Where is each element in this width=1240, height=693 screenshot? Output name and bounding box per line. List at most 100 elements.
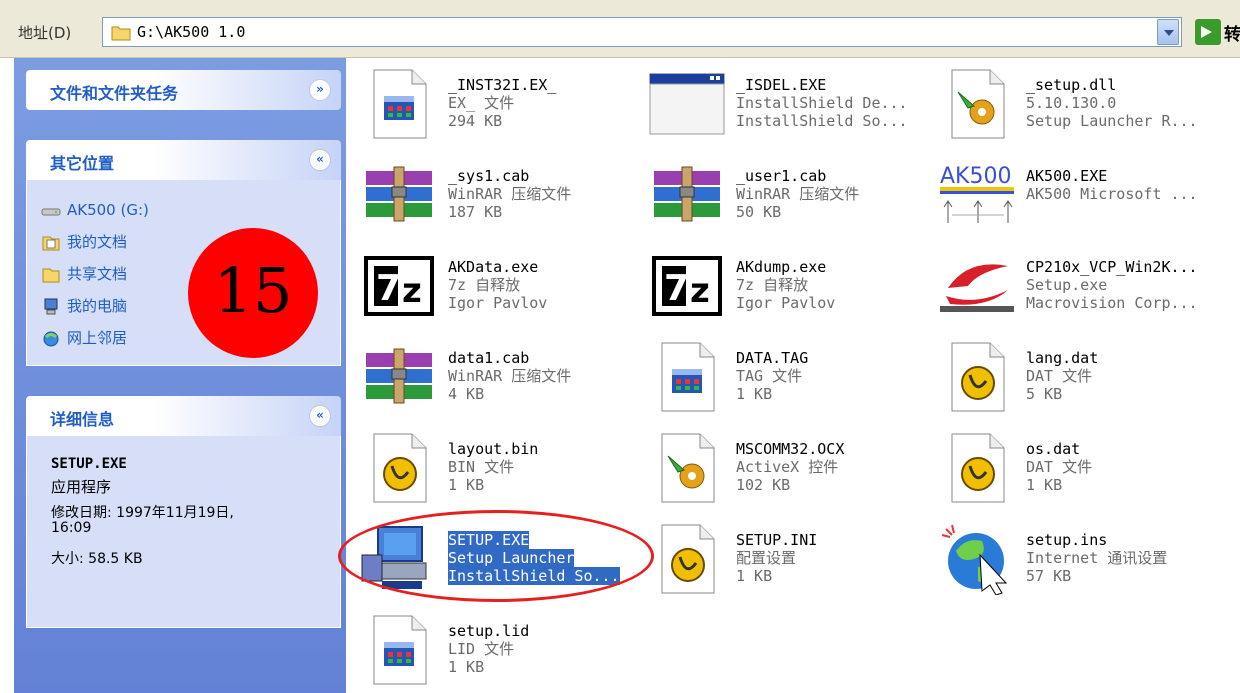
file-name: SETUP.INI (736, 531, 818, 549)
file-item[interactable]: DATA.TAG TAG 文件 1 KB (642, 335, 922, 417)
file-detail: 57 KB (1026, 567, 1072, 585)
details-body: SETUP.EXE 应用程序 修改日期: 1997年11月19日, 16:09 … (26, 436, 341, 628)
details-panel: 详细信息 « SETUP.EXE 应用程序 修改日期: 1997年11月19日,… (26, 396, 341, 628)
place-link-network-places[interactable]: 网上邻居 (41, 326, 127, 350)
app-window-icon (648, 66, 726, 140)
file-detail: 1 KB (1026, 476, 1063, 494)
expand-chevron-icon[interactable]: » (309, 79, 331, 101)
collapse-chevron-icon[interactable]: « (309, 405, 331, 427)
details-title: 详细信息 (50, 410, 115, 429)
winrar-icon (360, 339, 438, 413)
file-item[interactable]: _INST32I.EX_ EX_ 文件 294 KB (354, 62, 634, 144)
file-detail: Setup Launcher R... (1026, 112, 1198, 130)
file-name: data1.cab (448, 349, 530, 367)
other-places-header[interactable]: 其它位置 « (26, 140, 341, 180)
address-bar: 地址(D) G:\AK500 1.0 转 (0, 0, 1240, 58)
file-detail: Macrovision Corp... (1026, 294, 1198, 312)
file-name: _INST32I.EX_ (448, 76, 557, 94)
file-name: AKdump.exe (736, 258, 827, 276)
file-detail: 4 KB (448, 385, 485, 403)
address-input[interactable]: G:\AK500 1.0 (102, 17, 1182, 47)
svg-text:z: z (690, 271, 710, 311)
file-item[interactable]: SETUP.INI 配置设置 1 KB (642, 517, 922, 599)
silicon-labs-icon (938, 248, 1016, 322)
collapse-chevron-icon[interactable]: « (309, 149, 331, 171)
file-detail: 5.10.130.0 (1026, 94, 1117, 112)
file-item[interactable]: layout.bin BIN 文件 1 KB (354, 426, 634, 508)
file-item[interactable]: SETUP.EXE Setup Launcher InstallShield So.… (354, 517, 634, 599)
file-detail: Internet 通讯设置 (1026, 549, 1168, 567)
file-item[interactable]: 7 z AKData.exe 7z 自释放 Igor Pavlov (354, 244, 634, 326)
svg-text:7: 7 (664, 268, 689, 309)
file-item[interactable]: os.dat DAT 文件 1 KB (932, 426, 1212, 508)
place-link-drive[interactable]: AK500 (G:) (41, 198, 149, 222)
file-name: _setup.dll (1026, 76, 1117, 94)
place-label: 网上邻居 (67, 329, 128, 347)
go-button-label[interactable]: 转 (1224, 20, 1240, 45)
file-item[interactable]: CP210x_VCP_Win2K... Setup.exe Macrovision … (932, 244, 1212, 326)
file-detail: LID 文件 (448, 640, 515, 658)
file-name: _sys1.cab (448, 167, 530, 185)
file-name: setup.lid (448, 622, 530, 640)
details-header[interactable]: 详细信息 « (26, 396, 341, 436)
place-link-shared-documents[interactable]: 共享文档 (41, 262, 127, 286)
file-detail: ActiveX 控件 (736, 458, 839, 476)
generic-file-icon (360, 612, 438, 686)
file-name: DATA.TAG (736, 349, 809, 367)
address-dropdown-button[interactable] (1157, 19, 1179, 45)
file-item[interactable]: _sys1.cab WinRAR 压缩文件 187 KB (354, 153, 634, 235)
file-name: setup.ins (1026, 531, 1108, 549)
generic-file-icon (360, 66, 438, 140)
svg-text:z: z (402, 271, 422, 311)
file-detail: WinRAR 压缩文件 (448, 367, 572, 385)
file-item[interactable]: data1.cab WinRAR 压缩文件 4 KB (354, 335, 634, 417)
place-label: 共享文档 (67, 265, 128, 283)
file-detail: 1 KB (448, 658, 485, 676)
svg-text:7: 7 (376, 268, 401, 309)
address-label: 地址(D) (18, 24, 72, 42)
file-item[interactable]: _ISDEL.EXE InstallShield De... InstallShie… (642, 62, 922, 144)
file-detail: Setup.exe (1026, 276, 1108, 294)
file-tasks-title: 文件和文件夹任务 (50, 84, 179, 103)
file-item[interactable]: setup.ins Internet 通讯设置 57 KB (932, 517, 1212, 599)
dat-file-icon (360, 430, 438, 504)
place-link-my-documents[interactable]: 我的文档 (41, 230, 127, 254)
file-item[interactable]: MSCOMM32.OCX ActiveX 控件 102 KB (642, 426, 922, 508)
file-name: MSCOMM32.OCX (736, 440, 845, 458)
go-arrow-icon[interactable] (1195, 19, 1221, 45)
file-item[interactable]: _setup.dll 5.10.130.0 Setup Launcher R... (932, 62, 1212, 144)
details-file-type: 应用程序 (51, 478, 112, 496)
svg-text:AK500: AK500 (940, 164, 1011, 189)
file-detail: WinRAR 压缩文件 (448, 185, 572, 203)
winrar-icon (648, 157, 726, 231)
file-tasks-header[interactable]: 文件和文件夹任务 » (26, 70, 341, 110)
task-pane: 文件和文件夹任务 » 其它位置 « AK500 (G:) 我的文档 共享文档 我… (14, 58, 346, 693)
file-item[interactable]: AK500 AK500.EXE AK500 Microsoft ... (932, 153, 1212, 235)
file-detail: BIN 文件 (448, 458, 515, 476)
details-modified-date: 修改日期: 1997年11月19日, (51, 505, 234, 521)
7z-icon: 7z (360, 248, 438, 322)
file-detail: TAG 文件 (736, 367, 803, 385)
dat-file-icon (938, 430, 1016, 504)
file-detail: 1 KB (736, 385, 773, 403)
file-detail: Igor Pavlov (736, 294, 836, 312)
file-item[interactable]: setup.lid LID 文件 1 KB (354, 608, 634, 690)
generic-file-icon (648, 339, 726, 413)
dll-gear-icon (938, 66, 1016, 140)
file-name: CP210x_VCP_Win2K... (1026, 258, 1198, 276)
file-detail: 1 KB (448, 476, 485, 494)
file-item[interactable]: _user1.cab WinRAR 压缩文件 50 KB (642, 153, 922, 235)
step-number-badge: 15 (188, 228, 318, 358)
my-computer-icon (44, 298, 58, 314)
file-detail: AK500 Microsoft ... (1026, 185, 1198, 203)
folder-icon (111, 26, 131, 41)
details-modified-time: 16:09 (51, 520, 92, 536)
network-places-icon (43, 331, 59, 346)
file-detail: 7z 自释放 (736, 276, 809, 294)
file-item[interactable]: 7 z AKdump.exe 7z 自释放 Igor Pavlov (642, 244, 922, 326)
place-label: 我的电脑 (67, 297, 128, 315)
file-item[interactable]: lang.dat DAT 文件 5 KB (932, 335, 1212, 417)
file-name: os.dat (1026, 440, 1081, 458)
file-detail: InstallShield So... (736, 112, 908, 130)
place-link-my-computer[interactable]: 我的电脑 (41, 294, 127, 318)
